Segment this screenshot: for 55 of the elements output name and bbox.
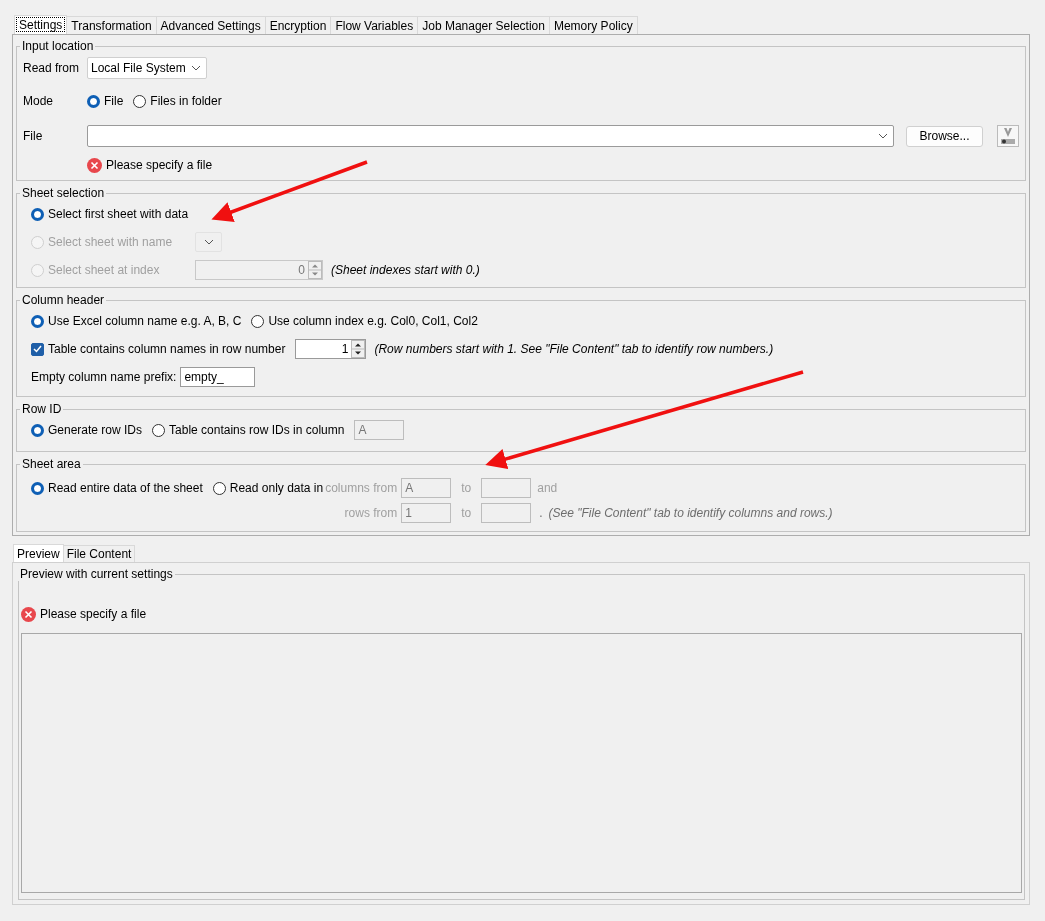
chevron-down-icon xyxy=(191,65,201,71)
tab[interactable]: Encryption xyxy=(264,16,332,34)
row-from-input[interactable]: 1 xyxy=(401,503,452,523)
tab[interactable]: Memory Policy xyxy=(548,16,638,34)
chevron-down-icon xyxy=(204,239,214,245)
spin-arrows-icon[interactable] xyxy=(351,340,366,358)
read-from-dropdown[interactable]: Local File System xyxy=(87,57,207,79)
field-label: and xyxy=(537,481,559,495)
field-label: columns from xyxy=(325,481,398,495)
field-label: rows from xyxy=(344,506,398,520)
tab[interactable]: Preview xyxy=(13,544,64,562)
file-path-combo[interactable] xyxy=(87,125,894,147)
radio-option[interactable]: Generate row IDs xyxy=(31,423,143,437)
column-to-input[interactable] xyxy=(481,478,532,498)
error-message: Please specify a file xyxy=(40,607,147,621)
radio-option[interactable]: Read entire data of the sheet xyxy=(31,481,203,495)
row-to-input[interactable] xyxy=(481,503,532,523)
browse-button[interactable]: Browse... xyxy=(906,125,983,147)
flow-variable-button[interactable] xyxy=(997,125,1019,147)
tab[interactable]: Advanced Settings xyxy=(155,16,266,34)
period-text: . xyxy=(539,506,543,520)
field-label: File xyxy=(23,129,44,143)
tab[interactable]: Job Manager Selection xyxy=(417,16,550,34)
prefix-input[interactable]: empty_ xyxy=(180,367,256,387)
section-title: Preview with current settings xyxy=(19,567,174,581)
section-title: Sheet selection xyxy=(21,186,106,200)
tab[interactable]: Settings xyxy=(14,15,68,34)
radio-option[interactable]: Files in folder xyxy=(133,94,222,108)
section-title: Input location xyxy=(21,39,95,53)
header-row-checkbox[interactable]: Table contains column names in row number xyxy=(31,342,286,356)
field-label: to xyxy=(461,481,472,495)
row-number-spinner[interactable]: 1 xyxy=(295,339,367,359)
section-title: Row ID xyxy=(21,402,63,416)
variable-toggle-icon xyxy=(999,127,1017,145)
field-label: Read from xyxy=(23,61,81,75)
radio-option[interactable]: File xyxy=(87,94,124,108)
radio-option[interactable]: Table contains row IDs in column xyxy=(152,423,345,437)
radio-option[interactable]: Select first sheet with data xyxy=(31,207,189,221)
radio-option[interactable]: Read only data in xyxy=(212,481,324,495)
tab[interactable]: File Content xyxy=(62,545,136,562)
field-label: Mode xyxy=(23,94,55,108)
hint-text: (Sheet indexes start with 0.) xyxy=(331,263,481,277)
column-from-input[interactable]: A xyxy=(401,478,452,498)
radio-option[interactable]: Use column index e.g. Col0, Col1, Col2 xyxy=(251,314,478,328)
hint-text: (Row numbers start with 1. See "File Content" tab to identify row numbers.) xyxy=(374,342,774,356)
section-title: Sheet area xyxy=(21,457,82,471)
chevron-down-icon xyxy=(878,133,888,139)
hint-text: (See "File Content" tab to identify columns and rows.) xyxy=(548,506,833,520)
error-message: Please specify a file xyxy=(106,158,213,172)
error-icon xyxy=(21,606,36,622)
section-title: Column header xyxy=(21,293,106,307)
field-label: to xyxy=(461,506,472,520)
field-label: Empty column name prefix: xyxy=(31,370,177,384)
radio-option[interactable]: Use Excel column name e.g. A, B, C xyxy=(31,314,242,328)
error-icon xyxy=(87,157,102,173)
